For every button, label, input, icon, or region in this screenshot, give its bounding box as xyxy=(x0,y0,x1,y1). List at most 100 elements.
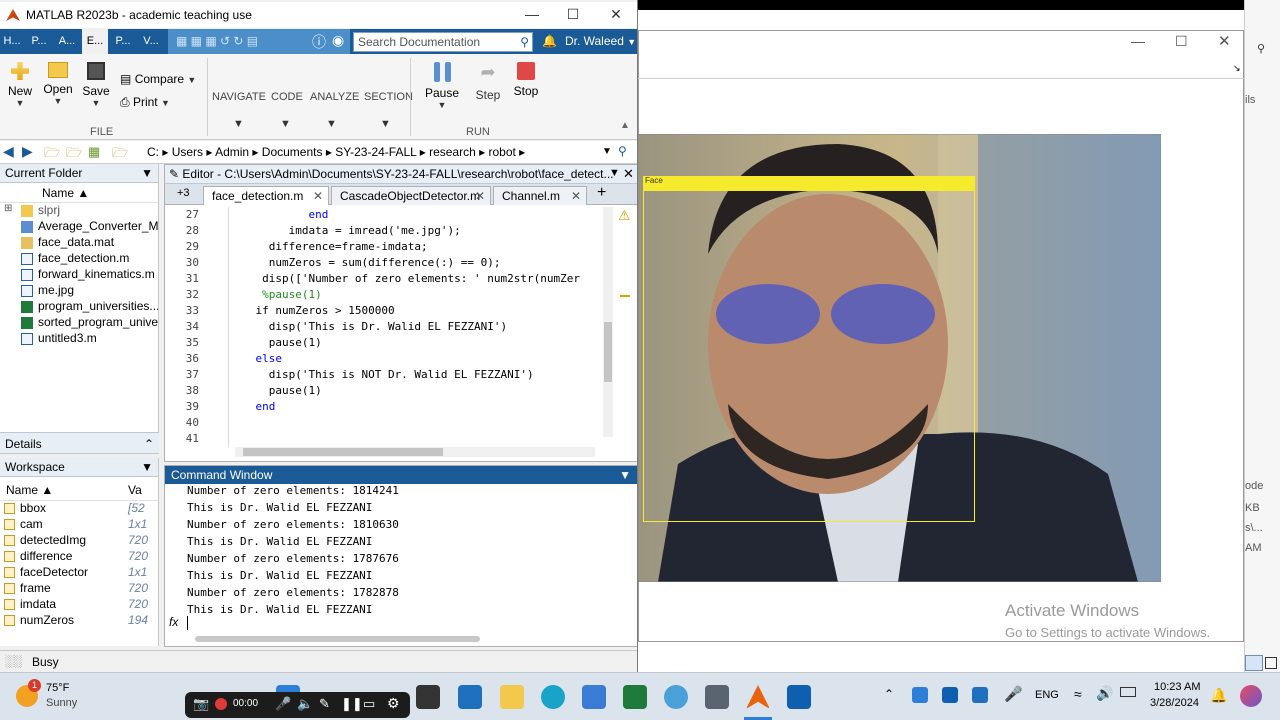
back-icon[interactable]: ◀ xyxy=(3,143,14,160)
up-folder-icon[interactable]: 🗁 xyxy=(44,144,60,166)
user-menu[interactable]: 🔔 Dr. Waleed ▼ xyxy=(538,29,637,54)
search-icon[interactable]: ⚲ xyxy=(618,144,627,158)
breadcrumb-robot[interactable]: robot xyxy=(488,145,515,159)
table-row[interactable]: cam 1x1 xyxy=(0,517,158,533)
breadcrumb-documents[interactable]: Documents xyxy=(262,145,323,159)
fx-icon[interactable]: fx xyxy=(169,615,178,629)
weather-temp[interactable]: 75°F xyxy=(46,682,69,694)
speaker-icon[interactable]: 🔊 xyxy=(1096,685,1113,702)
close-button[interactable]: ✕ xyxy=(1218,32,1231,50)
tab-home[interactable]: H... xyxy=(0,29,24,54)
name-column-header[interactable]: Name ▲ xyxy=(0,183,158,203)
list-item[interactable]: face_detection.m xyxy=(0,251,158,267)
pen-icon[interactable]: ✎ xyxy=(319,696,330,712)
search-icon[interactable]: ⚲ xyxy=(1257,42,1265,55)
language-indicator[interactable]: ENG xyxy=(1035,689,1059,701)
tab-apps[interactable]: A... xyxy=(54,29,80,54)
close-icon[interactable]: ✕ xyxy=(571,189,581,203)
list-item[interactable]: face_data.mat xyxy=(0,235,158,251)
navigate-menu[interactable]: NAVIGATE xyxy=(212,91,266,103)
breadcrumb-drive[interactable]: C: xyxy=(147,145,159,159)
close-icon[interactable]: ✕ xyxy=(475,189,485,203)
globe-app-icon[interactable] xyxy=(664,685,688,709)
panel-menu-icon[interactable]: ▼ xyxy=(609,167,620,179)
microphone-icon[interactable]: 🎤 xyxy=(1004,685,1023,703)
new-tab-icon[interactable]: + xyxy=(597,184,606,202)
file-explorer-icon[interactable] xyxy=(500,685,524,709)
camera-app-icon[interactable] xyxy=(705,685,729,709)
tray-app-icon[interactable] xyxy=(972,687,988,703)
breadcrumb-research[interactable]: research xyxy=(429,145,476,159)
window-app-icon[interactable] xyxy=(416,685,440,709)
tab-plots[interactable]: P... xyxy=(26,29,52,54)
help-icon[interactable]: ⓘ xyxy=(312,32,326,52)
list-item[interactable]: forward_kinematics.m xyxy=(0,267,158,283)
list-item[interactable]: sorted_program_unive... xyxy=(0,315,158,331)
table-row[interactable]: bbox [52 xyxy=(0,501,158,517)
search-input[interactable]: Search Documentation ⚲ xyxy=(353,32,533,52)
excel-icon[interactable] xyxy=(623,685,647,709)
workspace-column-header[interactable]: Name ▲ Va xyxy=(0,477,158,501)
wifi-icon[interactable]: ≈ xyxy=(1074,686,1082,702)
stop-button[interactable]: Stop xyxy=(510,62,542,98)
battery-icon[interactable] xyxy=(1120,687,1136,697)
command-input[interactable] xyxy=(187,616,188,630)
table-row[interactable]: detectedImg 720 xyxy=(0,533,158,549)
table-row[interactable]: difference 720 xyxy=(0,549,158,565)
section-menu[interactable]: SECTION xyxy=(364,91,413,103)
minimize-button[interactable]: — xyxy=(1131,33,1145,49)
chevron-down-icon[interactable]: ▼ xyxy=(602,146,612,157)
minimize-button[interactable]: — xyxy=(510,2,554,26)
forward-icon[interactable]: ▶ xyxy=(22,143,33,160)
chevron-down-icon[interactable]: ▼ xyxy=(326,118,337,130)
search-icon[interactable]: ⚲ xyxy=(520,35,529,49)
gear-icon[interactable]: ⚙ xyxy=(387,695,400,712)
close-button[interactable]: ✕ xyxy=(594,2,637,26)
tab-face-detection[interactable]: face_detection.m ✕ xyxy=(203,186,329,205)
chevron-down-icon[interactable]: ▼ xyxy=(280,118,291,130)
analyze-menu[interactable]: ANALYZE xyxy=(310,91,359,103)
scroll-thumb[interactable] xyxy=(243,448,443,456)
list-item[interactable]: untitled3.m xyxy=(0,331,158,347)
notepad-icon[interactable] xyxy=(582,685,606,709)
list-item[interactable]: ⊞ slprj xyxy=(0,203,158,219)
bell-icon[interactable]: 🔔 xyxy=(542,34,557,48)
compare-button[interactable]: ▤ Compare ▼ xyxy=(120,72,196,86)
speaker-mute-icon[interactable]: 🔈 xyxy=(297,696,313,712)
record-icon[interactable] xyxy=(215,698,227,710)
panel-menu-icon[interactable]: ▼ xyxy=(619,468,631,482)
list-item[interactable]: program_universities.... xyxy=(0,299,158,315)
list-item[interactable]: Average_Converter_M... xyxy=(0,219,158,235)
scroll-thumb[interactable] xyxy=(604,322,612,382)
breadcrumb-users[interactable]: Users xyxy=(172,145,203,159)
close-icon[interactable]: ✕ xyxy=(623,166,634,182)
panel-menu-icon[interactable]: ▼ xyxy=(141,166,153,180)
details-view-icon[interactable] xyxy=(1245,655,1263,671)
chevron-up-icon[interactable]: ⌃ xyxy=(884,687,894,701)
table-row[interactable]: frame 720 xyxy=(0,581,158,597)
warning-icon[interactable]: ⚠ xyxy=(618,207,631,224)
tab-view[interactable]: V... xyxy=(138,29,164,54)
table-row[interactable]: imdata 720 xyxy=(0,597,158,613)
collapse-toolstrip-icon[interactable]: ▲ xyxy=(620,120,630,131)
tiles-view-icon[interactable] xyxy=(1265,657,1277,669)
chevron-down-icon[interactable]: ▼ xyxy=(233,118,244,130)
tray-app-icon[interactable] xyxy=(912,687,928,703)
expand-icon[interactable]: ⊞ xyxy=(4,203,12,214)
weather-desc[interactable]: Sunny xyxy=(46,697,77,709)
tab-count[interactable]: +3 xyxy=(177,187,190,199)
chevron-up-icon[interactable]: ⌃ xyxy=(144,437,154,451)
code-menu[interactable]: CODE xyxy=(271,91,303,103)
window-icon[interactable]: ▭ xyxy=(363,696,375,712)
quick-access-icons[interactable]: ▦ ▦ ▦ ↺ ↻ ▤ xyxy=(176,34,258,48)
edge-browser-icon[interactable] xyxy=(541,685,565,709)
store-icon[interactable] xyxy=(458,685,482,709)
details-panel[interactable]: Details ⌃ xyxy=(0,432,159,454)
list-item[interactable]: me.jpg xyxy=(0,283,158,299)
maximize-button[interactable]: ☐ xyxy=(551,2,595,26)
clock-time[interactable]: 10:23 AM xyxy=(1154,681,1200,693)
pause-icon[interactable]: ❚❚ xyxy=(341,696,363,712)
maximize-button[interactable]: ☐ xyxy=(1175,33,1188,50)
expand-icon[interactable]: ↘ xyxy=(1233,63,1241,74)
breadcrumb-course[interactable]: SY-23-24-FALL xyxy=(335,145,416,159)
